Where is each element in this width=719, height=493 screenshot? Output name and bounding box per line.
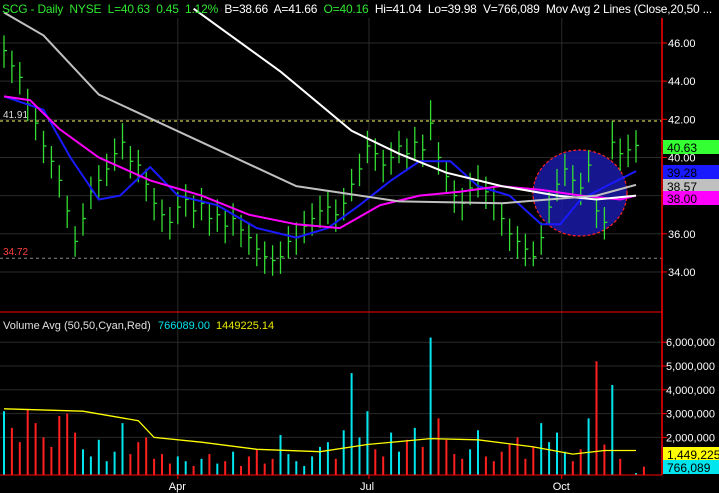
- high: Hi=41.04: [374, 2, 422, 16]
- reference-label: 41.91: [3, 110, 28, 121]
- x-tick-label: Jul: [360, 481, 374, 493]
- low: Lo=39.98: [427, 2, 477, 16]
- volume-bars: [3, 337, 645, 476]
- grid: [0, 18, 662, 475]
- volume: V=766,089: [482, 2, 540, 16]
- price-bars: [3, 35, 639, 276]
- volume-tick-label: 2,000,000: [666, 432, 715, 444]
- change: 0.45: [156, 2, 179, 16]
- y-tick-label: 42.00: [668, 114, 696, 126]
- last-value-label: 39.28: [667, 166, 697, 180]
- last-value-label: 40.63: [667, 141, 697, 155]
- last-value-label: 766,089: [667, 461, 711, 475]
- stock-chart[interactable]: 41.9134.72 46.0044.0042.0040.0038.0036.0…: [0, 0, 719, 493]
- y-tick-label: 44.00: [668, 76, 696, 88]
- x-tick-label: Apr: [169, 481, 186, 493]
- study-label: Mov Avg 2 Lines (Close,20,50 ...: [545, 2, 712, 16]
- chart-header: SCG - Daily NYSE L=40.63 0.45 1.12% B=38…: [2, 2, 712, 16]
- volume-tick-label: 6,000,000: [666, 337, 715, 349]
- volume-avg-value: 1449225.14: [216, 320, 274, 332]
- last-value-label: 1,449,225: [667, 448, 719, 462]
- ask: A=41.66: [273, 2, 318, 16]
- volume-tick-label: 4,000,000: [666, 385, 715, 397]
- volume-current: 766089.00: [158, 320, 210, 332]
- volume-tick-label: 3,000,000: [666, 409, 715, 421]
- y-tick-label: 46.00: [668, 38, 696, 50]
- x-tick-label: Oct: [553, 481, 570, 493]
- volume-tick-label: 5,000,000: [666, 361, 715, 373]
- last-value-label: 38.00: [667, 192, 697, 206]
- symbol: SCG - Daily: [2, 2, 64, 16]
- change-pct: 1.12%: [185, 2, 219, 16]
- y-tick-label: 34.00: [668, 267, 696, 279]
- y-tick-label: 36.00: [668, 229, 696, 241]
- reference-label: 34.72: [3, 247, 28, 258]
- exchange: NYSE: [69, 2, 102, 16]
- last-price: L=40.63: [107, 2, 151, 16]
- open: O=40.16: [323, 2, 369, 16]
- bid: B=38.66: [224, 2, 268, 16]
- axes: 46.0044.0042.0040.0038.0036.0034.006,000…: [169, 38, 719, 493]
- volume-title: Volume Avg (50,50,Cyan,Red): [3, 320, 151, 332]
